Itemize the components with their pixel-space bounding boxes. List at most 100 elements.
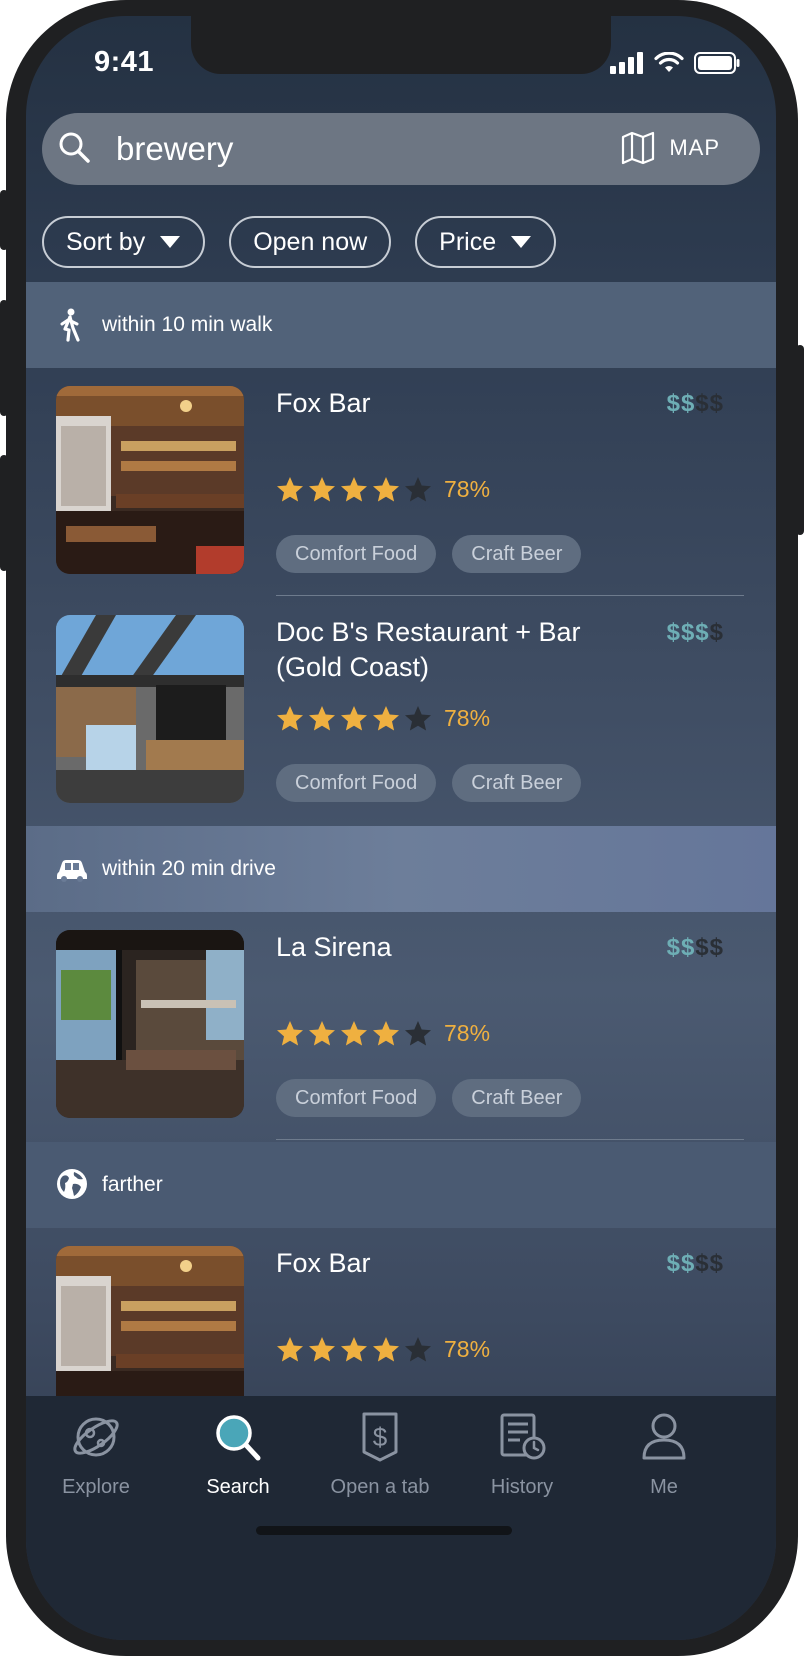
tab-explore[interactable]: Explore — [26, 1412, 166, 1499]
tab-history[interactable]: History — [452, 1412, 592, 1499]
restaurant-name[interactable]: Doc B's Restaurant + Bar (Gold Coast) — [276, 615, 616, 685]
star-empty-icon — [405, 477, 431, 502]
volume-up-button — [0, 300, 8, 416]
star-icon — [309, 1337, 335, 1362]
restaurant-photo — [56, 615, 244, 803]
star-icon — [277, 1021, 303, 1046]
tag[interactable]: Craft Beer — [452, 764, 582, 802]
power-button — [796, 345, 804, 535]
rating: 78% — [276, 1020, 490, 1047]
search-bar[interactable]: brewery MAP — [42, 113, 760, 185]
star-icon — [341, 1021, 367, 1046]
section-header-farther: farther — [26, 1142, 776, 1228]
tab-label: Me — [650, 1476, 678, 1498]
person-icon — [642, 1413, 686, 1460]
star-icon — [373, 1337, 399, 1362]
tag-list: Comfort Food Craft Beer — [276, 1079, 582, 1117]
rating-percent: 78% — [444, 476, 491, 502]
map-icon — [622, 131, 655, 165]
tag[interactable]: Comfort Food — [276, 764, 437, 802]
section-header-walk: within 10 min walk — [26, 282, 776, 368]
star-empty-icon — [405, 1337, 431, 1362]
tab-label: History — [490, 1476, 554, 1498]
tab-label: Open a tab — [330, 1476, 430, 1498]
star-icon — [373, 1021, 399, 1046]
tag[interactable]: Craft Beer — [452, 1079, 582, 1117]
star-icon — [309, 706, 335, 731]
status-icons — [610, 52, 740, 74]
chip-label: Price — [439, 227, 497, 256]
tab-search[interactable]: Search — [168, 1412, 308, 1499]
section-label: farther — [102, 1173, 163, 1196]
star-empty-icon — [405, 1021, 431, 1046]
divider — [276, 595, 744, 596]
sort-by-chip[interactable]: Sort by — [42, 216, 206, 268]
result-card[interactable]: Doc B's Restaurant + Bar (Gold Coast) $$… — [26, 597, 776, 825]
filter-chips: Sort by Open now Price — [42, 216, 557, 268]
bottom-tab-bar: Explore Search $ Open a tab History Me — [26, 1396, 776, 1640]
caret-down-icon — [160, 236, 181, 248]
price-level: $$$$ — [666, 619, 724, 646]
planet-icon — [73, 1417, 119, 1457]
price-level: $$$$ — [666, 1250, 724, 1277]
rating-percent: 78% — [444, 1020, 491, 1046]
star-icon — [373, 477, 399, 502]
rating: 78% — [276, 1336, 490, 1363]
tab-me[interactable]: Me — [594, 1412, 734, 1499]
walk-icon — [60, 308, 80, 342]
globe-icon — [57, 1169, 87, 1199]
tag-list: Comfort Food Craft Beer — [276, 535, 582, 573]
result-card[interactable]: La Sirena $$$$ 78% Comfort Food Craft Be… — [26, 912, 776, 1140]
rating: 78% — [276, 476, 490, 503]
open-now-chip[interactable]: Open now — [229, 216, 392, 268]
price-chip[interactable]: Price — [415, 216, 557, 268]
section-header-drive: within 20 min drive — [26, 826, 776, 912]
restaurant-photo — [56, 386, 244, 574]
cellular-signal-icon — [610, 52, 643, 74]
price-level: $$$$ — [666, 390, 724, 417]
star-icon — [341, 477, 367, 502]
car-icon — [57, 860, 87, 882]
screen: 9:41 brewery MAP Sort by Open now Price … — [26, 16, 776, 1640]
svg-text:$: $ — [373, 1422, 388, 1452]
star-icon — [341, 1337, 367, 1362]
tab-label: Explore — [62, 1476, 130, 1498]
dollar-tab-icon: $ — [362, 1412, 398, 1462]
restaurant-name[interactable]: Fox Bar — [276, 1246, 616, 1281]
history-icon — [500, 1413, 546, 1460]
star-icon — [277, 477, 303, 502]
home-indicator[interactable] — [256, 1526, 512, 1535]
result-card[interactable]: Fox Bar $$$$ 78% Comfort Food Craft Beer — [26, 368, 776, 596]
search-icon — [216, 1415, 261, 1461]
search-input[interactable]: brewery — [116, 130, 233, 168]
rating-percent: 78% — [444, 1336, 491, 1362]
search-icon — [59, 132, 90, 163]
star-icon — [309, 1021, 335, 1046]
restaurant-name[interactable]: La Sirena — [276, 930, 616, 965]
rating-percent: 78% — [444, 705, 491, 731]
map-button[interactable]: MAP — [621, 131, 720, 165]
tag[interactable]: Comfort Food — [276, 535, 437, 573]
tab-label: Search — [206, 1476, 270, 1498]
volume-down-button — [0, 455, 8, 571]
caret-down-icon — [511, 236, 532, 248]
tag-list: Comfort Food Craft Beer — [276, 764, 582, 802]
battery-icon — [694, 52, 740, 74]
wifi-icon — [654, 52, 684, 72]
tab-open-a-tab[interactable]: $ Open a tab — [310, 1412, 450, 1499]
star-icon — [309, 477, 335, 502]
star-icon — [373, 706, 399, 731]
chip-label: Open now — [253, 227, 368, 256]
star-icon — [277, 706, 303, 731]
mute-switch — [0, 190, 8, 250]
divider — [276, 1139, 744, 1140]
restaurant-photo — [56, 930, 244, 1118]
rating: 78% — [276, 705, 490, 732]
restaurant-name[interactable]: Fox Bar — [276, 386, 616, 421]
tag[interactable]: Craft Beer — [452, 535, 582, 573]
star-icon — [341, 706, 367, 731]
map-button-label: MAP — [669, 135, 720, 160]
tag[interactable]: Comfort Food — [276, 1079, 437, 1117]
star-icon — [277, 1337, 303, 1362]
status-time: 9:41 — [94, 46, 155, 78]
